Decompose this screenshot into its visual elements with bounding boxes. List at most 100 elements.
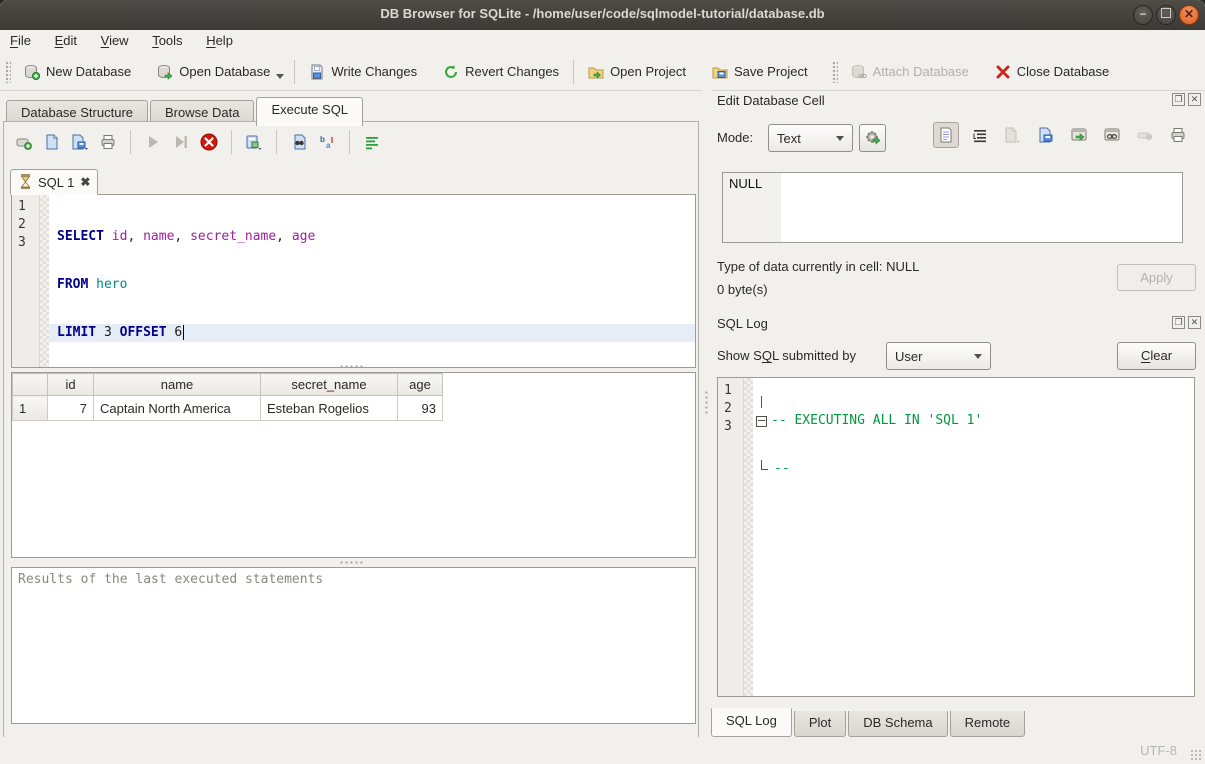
text-mode-button[interactable] xyxy=(933,122,959,148)
dock-close-icon[interactable]: ✕ xyxy=(1188,316,1201,329)
fold-collapse-icon[interactable] xyxy=(756,416,767,427)
log-filter-select[interactable]: User xyxy=(886,342,991,370)
save-project-icon xyxy=(712,64,728,80)
column-header-name[interactable]: name xyxy=(94,374,261,396)
tab-execute-sql[interactable]: Execute SQL xyxy=(256,97,363,126)
main-toolbar: New Database Open Database Write Changes… xyxy=(0,53,1205,91)
sql-log-dock-title: SQL Log xyxy=(717,316,768,331)
dock-float-icon[interactable]: ❐ xyxy=(1172,316,1185,329)
sql-toolbar: ba xyxy=(12,130,384,154)
menu-file[interactable]: File xyxy=(0,30,41,51)
save-results-button[interactable] xyxy=(242,130,266,154)
cell-secret-name[interactable]: Esteban Rogelios xyxy=(261,396,398,421)
find-button[interactable] xyxy=(287,130,311,154)
cell-size-info: 0 byte(s) xyxy=(717,282,768,297)
table-row: 1 7 Captain North America Esteban Rogeli… xyxy=(13,396,443,421)
tab-plot[interactable]: Plot xyxy=(794,711,846,737)
open-database-label: Open Database xyxy=(179,64,270,79)
toolbar-separator xyxy=(573,60,574,84)
sql-log-area[interactable]: 1 2 3 -- EXECUTING ALL IN 'SQL 1' -- xyxy=(717,377,1195,697)
chevron-down-icon xyxy=(974,354,982,359)
editor-line-numbers: 1 2 3 xyxy=(12,195,40,367)
auto-switch-mode-button[interactable] xyxy=(859,124,886,152)
column-header-id[interactable]: id xyxy=(48,374,94,396)
open-external-button[interactable] xyxy=(1067,123,1091,147)
dock-float-icon[interactable]: ❐ xyxy=(1172,93,1185,106)
mode-label: Mode: xyxy=(717,130,753,145)
open-database-dropdown[interactable] xyxy=(276,74,284,79)
stop-button[interactable] xyxy=(197,130,221,154)
splitter-handle[interactable] xyxy=(339,561,365,564)
print-cell-button[interactable] xyxy=(1166,123,1190,147)
left-panel: Database Structure Browse Data Execute S… xyxy=(0,90,702,737)
write-changes-button[interactable]: Write Changes xyxy=(301,59,425,85)
log-line-1: -- EXECUTING ALL IN 'SQL 1' xyxy=(753,412,1194,430)
new-database-icon xyxy=(24,64,40,80)
editor-code[interactable]: SELECT id, name, secret_name, age FROM h… xyxy=(49,198,695,368)
hourglass-icon xyxy=(19,174,32,190)
close-database-icon xyxy=(995,64,1011,80)
write-changes-label: Write Changes xyxy=(331,64,417,79)
encoding-indicator[interactable]: UTF-8 xyxy=(1140,743,1177,758)
sql1-tab[interactable]: SQL 1 ✖ xyxy=(10,169,98,195)
new-sql-tab-button[interactable] xyxy=(12,130,36,154)
log-fold-margin xyxy=(744,378,753,696)
open-project-button[interactable]: Open Project xyxy=(580,59,694,85)
mode-select[interactable]: Text xyxy=(768,124,853,152)
print-button[interactable] xyxy=(96,130,120,154)
tab-remote[interactable]: Remote xyxy=(950,711,1026,737)
sql-editor[interactable]: 1 2 3 SELECT id, name, secret_name, age … xyxy=(11,194,696,368)
log-line-2: -- xyxy=(753,460,1194,478)
sql1-tab-close-icon[interactable]: ✖ xyxy=(80,175,90,189)
resize-grip[interactable] xyxy=(1190,749,1202,761)
word-wrap-button[interactable] xyxy=(360,130,384,154)
execute-sql-page: ba SQL 1 ✖ 1 2 3 xyxy=(3,121,699,764)
toolbar-grip[interactable] xyxy=(5,61,11,83)
cell-edit-area[interactable]: NULL xyxy=(722,172,1183,243)
column-header-age[interactable]: age xyxy=(398,374,443,396)
open-project-icon xyxy=(588,64,604,80)
cell-age[interactable]: 93 xyxy=(398,396,443,421)
row-number[interactable]: 1 xyxy=(13,396,48,421)
new-database-button[interactable]: New Database xyxy=(16,59,139,85)
tab-sql-log[interactable]: SQL Log xyxy=(711,708,792,737)
save-sql-file-button[interactable] xyxy=(68,130,92,154)
dock-close-icon[interactable]: ✕ xyxy=(1188,93,1201,106)
titlebar[interactable]: DB Browser for SQLite - /home/user/code/… xyxy=(0,0,1205,31)
clear-log-button[interactable]: Clear xyxy=(1117,342,1196,370)
revert-changes-icon xyxy=(443,64,459,80)
cell-name[interactable]: Captain North America xyxy=(94,396,261,421)
editor-fold-margin xyxy=(40,195,49,367)
save-project-button[interactable]: Save Project xyxy=(704,59,816,85)
log-line-3 xyxy=(753,508,1194,526)
results-table: id name secret_name age 1 7 Captain Nort… xyxy=(12,373,443,421)
menu-view[interactable]: View xyxy=(91,30,139,51)
results-message-area[interactable]: Results of the last executed statements xyxy=(11,567,696,724)
menu-tools[interactable]: Tools xyxy=(142,30,192,51)
cell-link-button[interactable] xyxy=(1100,123,1124,147)
word-wrap-button[interactable] xyxy=(968,123,992,147)
column-header-secret-name[interactable]: secret_name xyxy=(261,374,398,396)
close-database-button[interactable]: Close Database xyxy=(987,59,1118,85)
toolbar-grip[interactable] xyxy=(832,61,838,83)
app-window: DB Browser for SQLite - /home/user/code/… xyxy=(0,0,1205,764)
open-database-button[interactable]: Open Database xyxy=(149,59,278,85)
cell-id[interactable]: 7 xyxy=(48,396,94,421)
maximize-button[interactable] xyxy=(1156,5,1176,25)
format-sql-button[interactable]: ba xyxy=(315,130,339,154)
export-cell-button[interactable] xyxy=(1034,123,1058,147)
menu-help[interactable]: Help xyxy=(196,30,243,51)
tab-db-schema[interactable]: DB Schema xyxy=(848,711,947,737)
attach-database-label: Attach Database xyxy=(873,64,969,79)
close-button[interactable]: ✕ xyxy=(1179,5,1199,25)
menu-edit[interactable]: Edit xyxy=(45,30,87,51)
toolbar-separator xyxy=(276,130,277,154)
panel-splitter[interactable] xyxy=(702,90,711,737)
open-sql-file-button[interactable] xyxy=(40,130,64,154)
sql-log-dock-buttons: ❐ ✕ xyxy=(1172,316,1201,329)
minimize-button[interactable]: − xyxy=(1133,5,1153,25)
splitter-handle[interactable] xyxy=(339,365,365,368)
results-grid[interactable]: id name secret_name age 1 7 Captain Nort… xyxy=(11,372,696,558)
cell-editor-toolbar xyxy=(933,122,1190,148)
revert-changes-button[interactable]: Revert Changes xyxy=(435,59,567,85)
